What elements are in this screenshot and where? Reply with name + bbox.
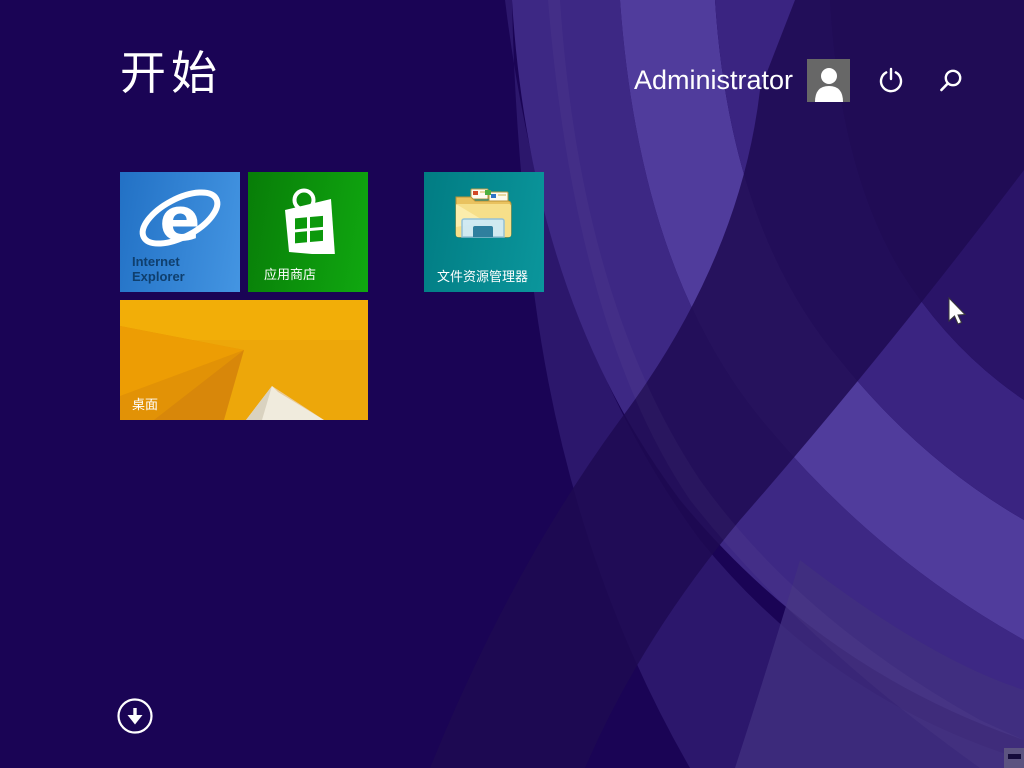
- down-arrow-icon: [116, 697, 154, 735]
- all-apps-button[interactable]: [116, 697, 154, 735]
- tile-desktop[interactable]: 桌面: [120, 300, 368, 420]
- tile-label: Internet Explorer: [132, 255, 212, 285]
- tile-store[interactable]: 应用商店: [248, 172, 368, 292]
- user-name[interactable]: Administrator: [634, 65, 793, 96]
- store-icon: [276, 184, 340, 254]
- user-avatar[interactable]: [807, 59, 850, 102]
- user-area: Administrator: [634, 58, 968, 102]
- power-icon: [878, 67, 904, 93]
- scrollbar-thumb[interactable]: [1008, 754, 1021, 759]
- internet-explorer-icon: e: [134, 178, 226, 260]
- tile-label: 文件资源管理器: [437, 270, 528, 285]
- svg-text:e: e: [160, 185, 201, 255]
- tile-label: 应用商店: [264, 268, 316, 283]
- scrollbar-fragment[interactable]: [1004, 748, 1024, 768]
- tile-file-explorer[interactable]: 文件资源管理器: [424, 172, 544, 292]
- tile-label: 桌面: [132, 398, 158, 413]
- search-icon: [938, 67, 964, 93]
- person-icon: [812, 66, 846, 102]
- start-screen: 开始 Administrator e: [0, 0, 1024, 768]
- file-explorer-icon: [451, 182, 517, 248]
- search-button[interactable]: [934, 63, 968, 97]
- tile-internet-explorer[interactable]: e Internet Explorer: [120, 172, 240, 292]
- power-button[interactable]: [874, 63, 908, 97]
- page-title: 开始: [120, 48, 222, 99]
